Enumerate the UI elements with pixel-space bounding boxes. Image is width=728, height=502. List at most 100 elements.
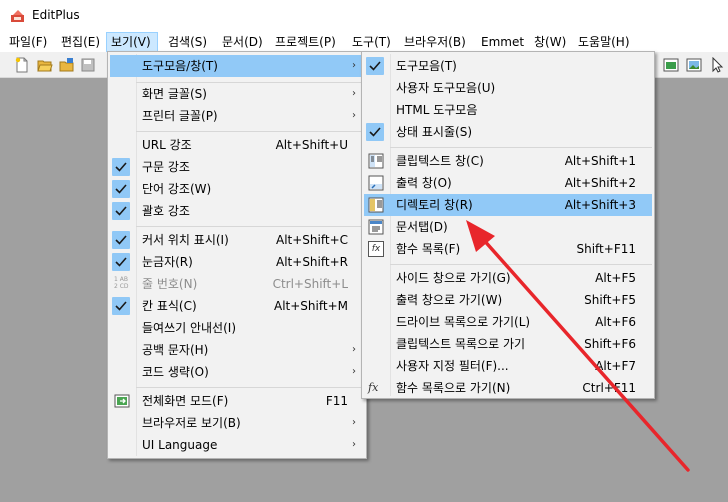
view-menu: 도구모음/창(T) › 화면 글꼴(S) › 프린터 글꼴(P) › URL 강… — [107, 51, 367, 459]
menu-item-label: 디렉토리 창(R) — [396, 198, 473, 212]
menu-browser[interactable]: 브라우저(B) — [400, 32, 470, 52]
chevron-right-icon: › — [352, 88, 356, 99]
submenu-item-toolbar[interactable]: 도구모음(T) — [364, 55, 636, 77]
menu-item-label: 도구모음(T) — [396, 59, 457, 73]
cursor-icon[interactable] — [709, 57, 725, 73]
menu-separator — [136, 226, 364, 227]
toolbar-window-icon[interactable] — [663, 57, 679, 73]
submenu-item-function-list[interactable]: fx 함수 목록(F) Shift+F11 — [364, 238, 636, 260]
shortcut-label: Shift+F5 — [584, 293, 636, 307]
submenu-item-goto-side-window[interactable]: 사이드 창으로 가기(G) Alt+F5 — [364, 267, 636, 289]
menu-edit[interactable]: 편집(E) — [57, 32, 104, 52]
menu-item-label: 상태 표시줄(S) — [396, 125, 472, 139]
chevron-right-icon: › — [352, 110, 356, 121]
toolbars-windows-submenu: 도구모음(T) 사용자 도구모음(U) HTML 도구모음 상태 표시줄(S) … — [361, 51, 655, 399]
submenu-item-goto-function-list[interactable]: fx 함수 목록으로 가기(N) Ctrl+F11 — [364, 377, 636, 399]
menu-item-label: 함수 목록(F) — [396, 242, 461, 256]
submenu-item-user-toolbar[interactable]: 사용자 도구모음(U) — [364, 77, 636, 99]
submenu-item-output-window[interactable]: 출력 창(O) Alt+Shift+2 — [364, 172, 636, 194]
view-item-column-marker[interactable]: 칸 표식(C) Alt+Shift+M — [110, 295, 348, 317]
shortcut-label: Alt+Shift+1 — [564, 154, 636, 168]
menu-tools[interactable]: 도구(T) — [348, 32, 395, 52]
menu-item-label: 프린터 글꼴(P) — [142, 109, 218, 123]
view-item-whitespace[interactable]: 공백 문자(H) › — [110, 339, 364, 361]
view-item-url-highlight[interactable]: URL 강조 Alt+Shift+U — [110, 134, 348, 156]
menu-item-label: 단어 강조(W) — [142, 182, 212, 196]
submenu-item-goto-output-window[interactable]: 출력 창으로 가기(W) Shift+F5 — [364, 289, 636, 311]
shortcut-label: Alt+Shift+2 — [564, 176, 636, 190]
menu-item-label: 화면 글꼴(S) — [142, 87, 207, 101]
checkmark-icon — [112, 158, 130, 176]
checkmark-icon — [112, 297, 130, 315]
menu-item-label: 커서 위치 표시(I) — [142, 233, 229, 247]
menu-document[interactable]: 문서(D) — [218, 32, 267, 52]
line-number-icon: 1 AB 2 CD — [114, 276, 129, 290]
menu-emmet[interactable]: Emmet — [477, 32, 528, 52]
view-item-code-folding[interactable]: 코드 생략(O) › — [110, 361, 364, 383]
menu-view[interactable]: 보기(V) — [106, 32, 158, 52]
view-item-screen-font[interactable]: 화면 글꼴(S) › — [110, 83, 364, 105]
save-icon[interactable] — [81, 57, 95, 73]
view-item-fullscreen[interactable]: 전체화면 모드(F) F11 — [110, 390, 348, 412]
document-tab-icon — [368, 219, 384, 235]
shortcut-label: Ctrl+Shift+L — [272, 277, 348, 291]
submenu-item-custom-filter[interactable]: 사용자 지정 필터(F)... Alt+F7 — [364, 355, 636, 377]
menu-item-label: URL 강조 — [142, 138, 192, 152]
view-item-bracket-highlight[interactable]: 괄호 강조 — [110, 200, 348, 222]
submenu-item-goto-cliptext-list[interactable]: 클립텍스트 목록으로 가기 Shift+F6 — [364, 333, 636, 355]
submenu-item-cliptext-window[interactable]: 클립텍스트 창(C) Alt+Shift+1 — [364, 150, 636, 172]
view-item-toolbars-windows[interactable]: 도구모음/창(T) › — [110, 55, 364, 77]
open-remote-icon[interactable] — [59, 57, 75, 73]
shortcut-label: Shift+F6 — [584, 337, 636, 351]
view-item-syntax-highlight[interactable]: 구문 강조 — [110, 156, 348, 178]
menu-separator — [390, 147, 652, 148]
submenu-item-html-toolbar[interactable]: HTML 도구모음 — [364, 99, 636, 121]
chevron-right-icon: › — [352, 417, 356, 428]
submenu-item-directory-window[interactable]: 디렉토리 창(R) Alt+Shift+3 — [364, 194, 652, 216]
menu-item-label: 줄 번호(N) — [142, 277, 198, 291]
checkmark-icon — [112, 231, 130, 249]
view-item-ui-language[interactable]: UI Language › — [110, 434, 364, 456]
view-item-indent-guide[interactable]: 들여쓰기 안내선(I) — [110, 317, 364, 339]
menu-item-label: 출력 창으로 가기(W) — [396, 293, 503, 307]
menu-file[interactable]: 파일(F) — [5, 32, 51, 52]
menu-item-label: 출력 창(O) — [396, 176, 452, 190]
menu-item-label: 클립텍스트 목록으로 가기 — [396, 337, 526, 351]
open-file-icon[interactable] — [37, 57, 53, 73]
output-window-icon — [368, 175, 384, 191]
view-item-cursor-position[interactable]: 커서 위치 표시(I) Alt+Shift+C — [110, 229, 348, 251]
menu-window[interactable]: 창(W) — [530, 32, 570, 52]
view-item-word-highlight[interactable]: 단어 강조(W) — [110, 178, 348, 200]
menu-search[interactable]: 검색(S) — [164, 32, 211, 52]
menu-item-label: UI Language — [142, 438, 218, 452]
menu-item-label: 사이드 창으로 가기(G) — [396, 271, 511, 285]
menu-project[interactable]: 프로젝트(P) — [271, 32, 340, 52]
menu-item-label: 칸 표식(C) — [142, 299, 197, 313]
menu-separator — [390, 264, 652, 265]
new-file-icon[interactable] — [14, 57, 30, 73]
view-item-ruler[interactable]: 눈금자(R) Alt+Shift+R — [110, 251, 348, 273]
submenu-item-document-tab[interactable]: 문서탭(D) — [364, 216, 636, 238]
shortcut-label: Alt+F7 — [595, 359, 636, 373]
menu-item-label: 브라우저로 보기(B) — [142, 416, 241, 430]
submenu-item-status-bar[interactable]: 상태 표시줄(S) — [364, 121, 636, 143]
checkmark-icon — [112, 180, 130, 198]
submenu-item-goto-drive-list[interactable]: 드라이브 목록으로 가기(L) Alt+F6 — [364, 311, 636, 333]
menu-item-label: 함수 목록으로 가기(N) — [396, 381, 511, 395]
toolbar-image-icon[interactable] — [686, 57, 702, 73]
shortcut-label: Alt+Shift+M — [274, 299, 348, 313]
checkmark-icon — [112, 253, 130, 271]
title-bar: EditPlus — [0, 0, 728, 32]
menu-help[interactable]: 도움말(H) — [574, 32, 634, 52]
menu-separator — [136, 387, 364, 388]
menu-item-label: 사용자 도구모음(U) — [396, 81, 496, 95]
menu-item-label: 눈금자(R) — [142, 255, 193, 269]
menu-separator — [136, 131, 364, 132]
goto-function-list-icon: fx — [368, 381, 379, 394]
menu-item-label: HTML 도구모음 — [396, 103, 478, 117]
menu-item-label: 드라이브 목록으로 가기(L) — [396, 315, 531, 329]
view-item-printer-font[interactable]: 프린터 글꼴(P) › — [110, 105, 364, 127]
cliptext-window-icon — [368, 153, 384, 169]
view-item-line-numbers[interactable]: 1 AB 2 CD 줄 번호(N) Ctrl+Shift+L — [110, 273, 348, 295]
view-item-view-in-browser[interactable]: 브라우저로 보기(B) › — [110, 412, 364, 434]
